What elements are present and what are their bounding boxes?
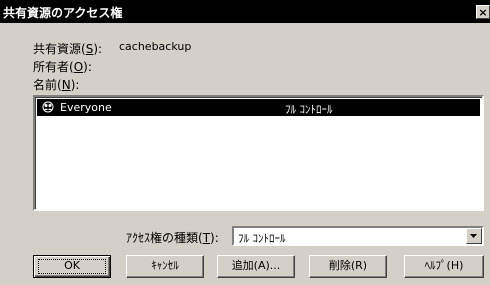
names-listbox[interactable]: Everyone ﾌﾙ ｺﾝﾄﾛｰﾙ <box>33 95 484 211</box>
list-item-permission: ﾌﾙ ｺﾝﾄﾛｰﾙ <box>285 103 333 116</box>
owner-label: 所有者(O): <box>33 60 92 74</box>
ok-button-label: OK <box>64 259 80 272</box>
names-label: 名前(N): <box>33 78 80 92</box>
close-icon: × <box>478 6 488 19</box>
names-mnemonic: N <box>61 78 71 92</box>
share-value: cachebackup <box>119 40 192 53</box>
dropdown-button[interactable] <box>466 228 482 244</box>
list-item-everyone[interactable]: Everyone ﾌﾙ ｺﾝﾄﾛｰﾙ <box>37 99 480 116</box>
everyone-group-icon <box>42 101 54 113</box>
access-type-label: ｱｸｾｽ権の種類(T): <box>126 231 219 245</box>
owner-label-text: 所有者 <box>33 60 70 74</box>
help-button-label: ﾍﾙﾌﾟ(H) <box>424 259 464 272</box>
share-mnemonic: S <box>85 42 94 56</box>
owner-mnemonic: O <box>73 60 84 74</box>
access-type-label-text: ｱｸｾｽ権の種類 <box>126 231 199 245</box>
cancel-button[interactable]: ｷｬﾝｾﾙ <box>126 255 204 278</box>
names-label-text: 名前 <box>33 78 58 92</box>
access-type-mnemonic: T <box>202 231 211 245</box>
ok-button[interactable]: OK <box>33 255 111 278</box>
permissions-dialog: 共有資源のアクセス権 × 共有資源(S): cachebackup 所有者(O)… <box>0 0 490 285</box>
window-title: 共有資源のアクセス権 <box>3 6 123 20</box>
add-button[interactable]: 追加(A)... <box>217 255 295 278</box>
share-label-text: 共有資源 <box>33 42 82 56</box>
cancel-button-label: ｷｬﾝｾﾙ <box>151 259 179 272</box>
share-label: 共有資源(S): <box>33 42 103 56</box>
close-button[interactable]: × <box>476 5 490 19</box>
remove-button[interactable]: 削除(R) <box>309 255 387 278</box>
help-button[interactable]: ﾍﾙﾌﾟ(H) <box>404 255 484 278</box>
list-item-name: Everyone <box>60 101 112 114</box>
title-bar[interactable]: 共有資源のアクセス権 × <box>0 0 490 23</box>
remove-button-label: 削除(R) <box>328 259 368 272</box>
add-button-label: 追加(A)... <box>231 259 281 272</box>
access-type-value: ﾌﾙ ｺﾝﾄﾛｰﾙ <box>238 232 286 245</box>
access-type-select[interactable]: ﾌﾙ ｺﾝﾄﾛｰﾙ <box>232 226 484 246</box>
chevron-down-icon <box>470 234 477 238</box>
